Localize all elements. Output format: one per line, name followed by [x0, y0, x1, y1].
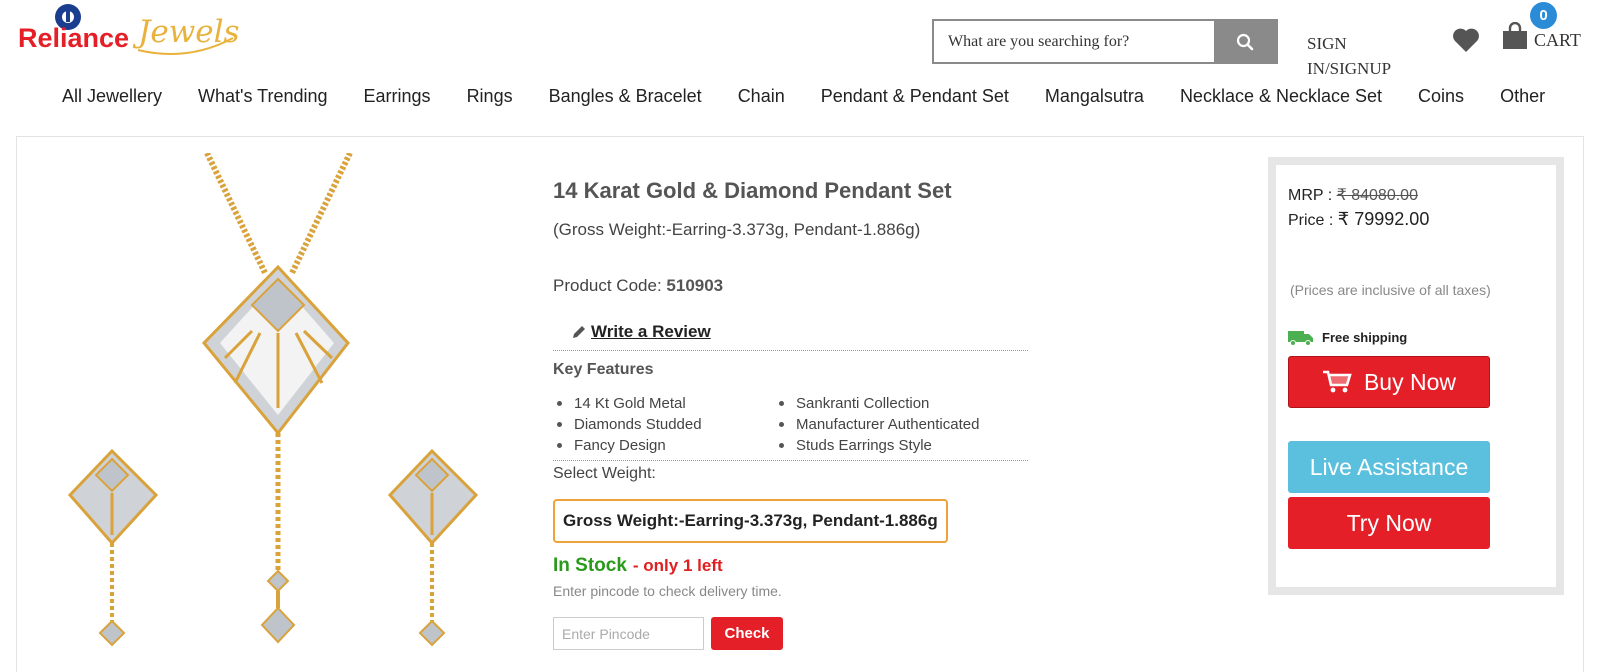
live-assistance-button[interactable]: Live Assistance [1288, 441, 1490, 493]
mrp-label: MRP : [1288, 187, 1337, 204]
main-nav: All Jewellery What's Trending Earrings R… [44, 80, 1563, 113]
delivery-truck-icon [1288, 331, 1313, 346]
pencil-icon [573, 326, 585, 338]
nav-chain[interactable]: Chain [720, 80, 803, 113]
reliance-jewels-logo[interactable]: Reliance Jewels [18, 2, 243, 64]
product-details: 14 Karat Gold & Diamond Pendant Set (Gro… [553, 178, 1028, 650]
product-subtitle: (Gross Weight:-Earring-3.373g, Pendant-1… [553, 220, 921, 239]
product-code: Product Code: 510903 [553, 276, 1028, 296]
search-bar [932, 19, 1278, 64]
signin-line2: IN/SIGNUP [1307, 59, 1392, 78]
weight-option[interactable]: Gross Weight:-Earring-3.373g, Pendant-1.… [553, 499, 948, 543]
feature-item: Manufacturer Authenticated [775, 416, 1015, 433]
buy-now-label: Buy Now [1363, 368, 1457, 395]
wishlist-heart-icon[interactable] [1452, 27, 1480, 53]
nav-whats-trending[interactable]: What's Trending [180, 80, 346, 113]
write-review-label: Write a Review [591, 322, 711, 341]
nav-all-jewellery[interactable]: All Jewellery [44, 80, 180, 113]
buy-now-button[interactable]: Buy Now [1288, 356, 1490, 408]
signin-line1: SIGN [1307, 34, 1347, 53]
feature-item: Studs Earrings Style [775, 437, 1015, 454]
mrp: MRP : ₹ 84080.00 [1288, 185, 1418, 205]
delivery-hint: Enter pincode to check delivery time. [553, 583, 782, 599]
price-label: Price : [1288, 212, 1338, 229]
free-shipping: Free shipping [1288, 328, 1407, 346]
price: Price : ₹ 79992.00 [1288, 209, 1429, 230]
shopping-bag-icon [1503, 22, 1527, 49]
product-code-value: 510903 [666, 276, 724, 295]
shopping-cart-icon [1322, 370, 1352, 393]
nav-other[interactable]: Other [1482, 80, 1563, 113]
nav-rings[interactable]: Rings [449, 80, 531, 113]
nav-coins[interactable]: Coins [1400, 80, 1482, 113]
search-button[interactable] [1214, 21, 1276, 62]
product-image[interactable] [60, 151, 500, 672]
cart-label: CART [1534, 30, 1581, 50]
check-button[interactable]: Check [711, 617, 783, 650]
try-now-button[interactable]: Try Now [1288, 497, 1490, 549]
nav-earrings[interactable]: Earrings [346, 80, 449, 113]
feature-item: 14 Kt Gold Metal [553, 395, 775, 412]
tax-note: (Prices are inclusive of all taxes) [1290, 282, 1491, 298]
mrp-value: ₹ 84080.00 [1336, 187, 1418, 204]
in-stock-label: In Stock [553, 555, 627, 576]
cart-count-badge: 0 [1530, 2, 1557, 29]
key-features-title: Key Features [553, 361, 654, 378]
nav-mangalsutra[interactable]: Mangalsutra [1027, 80, 1162, 113]
divider [553, 460, 1028, 461]
pincode-row: Check [553, 617, 1028, 650]
feature-item: Sankranti Collection [775, 395, 1015, 412]
write-review-link[interactable]: Write a Review [571, 322, 1028, 342]
nav-pendant-set[interactable]: Pendant & Pendant Set [803, 80, 1027, 113]
svg-text:Reliance: Reliance [18, 23, 129, 53]
divider [553, 350, 1028, 351]
nav-bangles-bracelet[interactable]: Bangles & Bracelet [531, 80, 720, 113]
stock-left-label: - only 1 left [632, 556, 723, 575]
feature-item: Fancy Design [553, 437, 775, 454]
stock-status: In Stock - only 1 left [553, 555, 1028, 577]
search-input[interactable] [934, 21, 1214, 62]
feature-item: Diamonds Studded [553, 416, 775, 433]
search-icon [1236, 33, 1254, 50]
signin-link[interactable]: SIGN IN/SIGNUP [1307, 31, 1407, 81]
select-weight-label: Select Weight: [553, 465, 656, 482]
price-value: ₹ 79992.00 [1337, 209, 1430, 229]
key-features-list: 14 Kt Gold Metal Sankranti Collection Di… [553, 395, 1028, 454]
pincode-input[interactable] [553, 617, 704, 650]
price-box: MRP : ₹ 84080.00 Price : ₹ 79992.00 (Pri… [1268, 157, 1564, 595]
nav-necklace-set[interactable]: Necklace & Necklace Set [1162, 80, 1400, 113]
svg-text:Jewels: Jewels [132, 14, 239, 50]
product-title: 14 Karat Gold & Diamond Pendant Set [553, 178, 952, 203]
free-shipping-label: Free shipping [1322, 329, 1408, 345]
product-code-label: Product Code: [553, 276, 667, 295]
